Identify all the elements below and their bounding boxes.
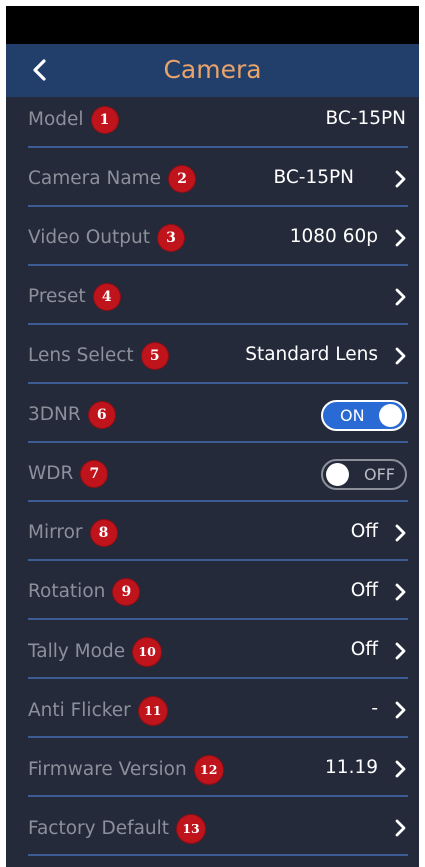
toggle-state-label: ON <box>340 406 365 425</box>
anti-flicker-value: - <box>371 698 378 719</box>
page-title: Camera <box>163 55 262 84</box>
row-preset[interactable]: Preset 4 <box>6 268 419 327</box>
number-badge: 13 <box>177 815 206 843</box>
number-badge: 1 <box>91 107 118 133</box>
toggle-knob <box>379 404 402 427</box>
chevron-right-icon <box>395 583 406 601</box>
row-label-container: Anti Flicker 11 <box>28 697 167 725</box>
status-bar <box>6 6 419 44</box>
row-label-container: Mirror 8 <box>28 520 117 546</box>
chevron-right-icon <box>395 229 406 247</box>
rotation-label: Rotation <box>28 581 106 602</box>
lens-select-value: Standard Lens <box>245 344 378 365</box>
chevron-right-icon <box>395 170 406 188</box>
row-wdr: WDR 7 OFF <box>6 445 419 504</box>
chevron-right-icon <box>395 288 406 306</box>
divider <box>28 382 408 384</box>
anti-flicker-label: Anti Flicker <box>28 700 131 721</box>
divider <box>28 323 408 325</box>
row-video-output[interactable]: Video Output 3 1080 60p <box>6 209 419 268</box>
row-factory-default[interactable]: Factory Default 13 <box>6 799 419 858</box>
camera-name-value: BC-15PN <box>273 167 355 188</box>
row-label-container: Preset 4 <box>28 284 120 310</box>
chevron-right-icon <box>395 347 406 365</box>
row-label-container: Model 1 <box>28 107 118 133</box>
video-output-value: 1080 60p <box>289 226 378 247</box>
row-lens-select[interactable]: Lens Select 5 Standard Lens <box>6 327 419 386</box>
row-firmware-version[interactable]: Firmware Version 12 11.19 <box>6 740 419 799</box>
preset-label: Preset <box>28 286 86 307</box>
firmware-version-label: Firmware Version <box>28 759 187 780</box>
number-badge: 8 <box>90 520 117 546</box>
divider <box>28 618 408 620</box>
row-mirror[interactable]: Mirror 8 Off <box>6 504 419 563</box>
row-camera-name[interactable]: Camera Name 2 BC-15PN <box>6 150 419 209</box>
row-label-container: Camera Name 2 <box>28 166 196 192</box>
number-badge: 2 <box>169 166 196 192</box>
header-bar: Camera <box>6 44 419 97</box>
video-output-label: Video Output <box>28 227 150 248</box>
number-badge: 9 <box>113 579 140 605</box>
3dnr-label: 3DNR <box>28 404 81 425</box>
firmware-version-value: 11.19 <box>325 757 378 778</box>
toggle-state-label: OFF <box>364 465 395 484</box>
row-label-container: Rotation 9 <box>28 579 140 605</box>
row-label-container: Firmware Version 12 <box>28 756 223 784</box>
divider <box>28 146 408 148</box>
divider <box>28 559 408 561</box>
chevron-right-icon <box>395 642 406 660</box>
number-badge: 11 <box>138 697 167 725</box>
row-rotation[interactable]: Rotation 9 Off <box>6 563 419 622</box>
row-label-container: Tally Mode 10 <box>28 638 162 666</box>
chevron-right-icon <box>395 701 406 719</box>
wdr-toggle[interactable]: OFF <box>321 459 407 490</box>
camera-settings-screen: Camera Model 1 BC-15PN Camera Name 2 BC-… <box>6 6 419 867</box>
number-badge: 12 <box>194 756 223 784</box>
lens-select-label: Lens Select <box>28 345 134 366</box>
model-label: Model <box>28 109 84 130</box>
number-badge: 3 <box>157 225 184 251</box>
tally-mode-value: Off <box>350 639 378 660</box>
number-badge: 7 <box>81 461 108 487</box>
row-3dnr: 3DNR 6 ON <box>6 386 419 445</box>
number-badge: 6 <box>88 402 115 428</box>
toggle-knob <box>326 463 349 486</box>
number-badge: 4 <box>93 284 120 310</box>
row-anti-flicker[interactable]: Anti Flicker 11 - <box>6 681 419 740</box>
factory-default-label: Factory Default <box>28 818 170 839</box>
chevron-right-icon <box>395 524 406 542</box>
tally-mode-label: Tally Mode <box>28 641 126 662</box>
3dnr-toggle[interactable]: ON <box>321 400 407 431</box>
divider <box>28 441 408 443</box>
row-label-container: Lens Select 5 <box>28 343 168 369</box>
mirror-label: Mirror <box>28 522 83 543</box>
number-badge: 10 <box>133 638 162 666</box>
row-model: Model 1 BC-15PN <box>6 91 419 150</box>
chevron-right-icon <box>395 819 406 837</box>
wdr-label: WDR <box>28 463 74 484</box>
row-label-container: Video Output 3 <box>28 225 184 251</box>
divider <box>28 677 408 679</box>
model-value: BC-15PN <box>325 108 407 129</box>
camera-name-label: Camera Name <box>28 168 162 189</box>
divider <box>28 854 408 856</box>
divider <box>28 500 408 502</box>
mirror-value: Off <box>350 521 378 542</box>
divider <box>28 795 408 797</box>
row-tally-mode[interactable]: Tally Mode 10 Off <box>6 622 419 681</box>
number-badge: 5 <box>141 343 168 369</box>
divider <box>28 264 408 266</box>
divider <box>28 205 408 207</box>
chevron-right-icon <box>395 760 406 778</box>
row-label-container: Factory Default 13 <box>28 815 206 843</box>
rotation-value: Off <box>350 580 378 601</box>
divider <box>28 736 408 738</box>
row-label-container: 3DNR 6 <box>28 402 115 428</box>
row-label-container: WDR 7 <box>28 461 108 487</box>
